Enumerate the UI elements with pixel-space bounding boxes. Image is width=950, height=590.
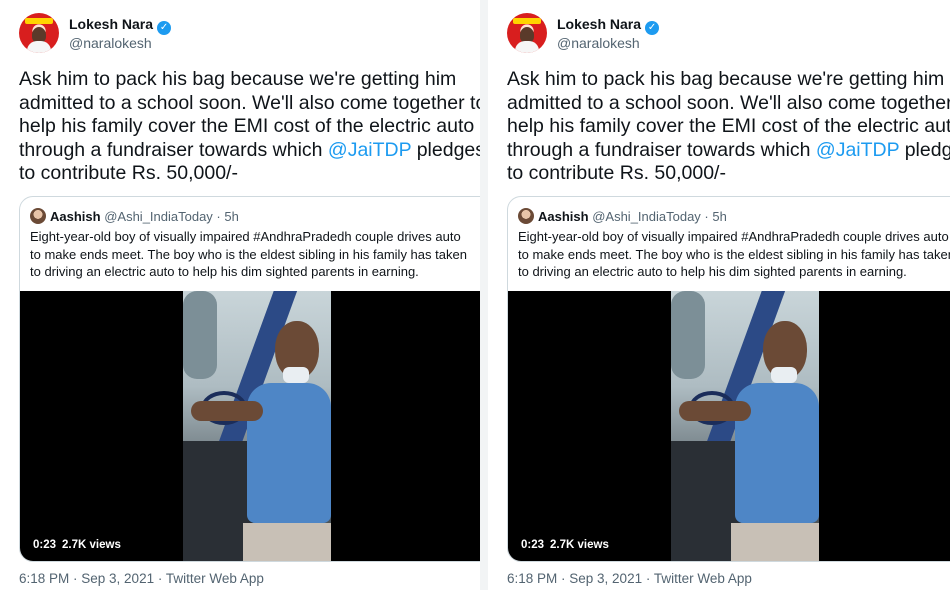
video-info: 0:23 2.7K views — [521, 539, 609, 551]
tweet-line-tail: pledges — [904, 138, 950, 161]
tweet-meta[interactable]: 6:18 PM · Sep 3, 2021 · Twitter Web App — [19, 571, 264, 586]
author-name[interactable]: Lokesh Nara — [557, 16, 641, 32]
video-frame — [671, 291, 819, 561]
author-handle[interactable]: @naralokesh — [69, 35, 152, 51]
verified-badge-icon: ✓ — [157, 21, 172, 35]
video-duration: 0:23 — [33, 539, 57, 551]
quoted-line: to driving an electric auto to help his … — [518, 264, 907, 279]
quoted-avatar[interactable] — [518, 208, 534, 224]
tweet-line-text: through a fundraiser towards which — [19, 138, 328, 161]
quoted-handle[interactable]: @Ashi_IndiaToday — [104, 209, 213, 224]
quoted-avatar[interactable] — [30, 208, 46, 224]
quoted-time[interactable]: 5h — [224, 209, 238, 224]
tweet-panel-left: Lokesh Nara ✓ @naralokesh Ask him to pack… — [0, 0, 480, 590]
quoted-separator: · — [212, 209, 225, 224]
tweet-line-text: through a fundraiser towards which — [507, 138, 816, 161]
quoted-line: to make ends meet. The boy who is the el… — [30, 246, 467, 262]
tweet-line: admitted to a school soon. We'll also co… — [507, 91, 950, 114]
quoted-line: Eight-year-old boy of visually impaired … — [518, 229, 949, 244]
video-player[interactable]: 0:23 2.7K views — [20, 291, 480, 561]
verified-badge-icon: ✓ — [645, 21, 660, 35]
tweet-line: Ask him to pack his bag because we're ge… — [507, 68, 945, 90]
quoted-name[interactable]: Aashish — [50, 209, 101, 224]
tweet-text: Ask him to pack his bag because we're ge… — [19, 68, 480, 186]
author-avatar[interactable] — [507, 13, 547, 53]
tweet-meta[interactable]: 6:18 PM · Sep 3, 2021 · Twitter Web App — [507, 571, 752, 586]
video-player[interactable]: 0:23 2.7K views — [508, 291, 950, 561]
quoted-tweet[interactable]: Aashish @Ashi_IndiaToday · 5h Eight-year… — [507, 196, 950, 562]
tweet-line: through a fundraiser towards which @JaiT… — [19, 139, 480, 163]
quoted-header: Aashish @Ashi_IndiaToday · 5h — [518, 208, 727, 224]
tweet-panel-right: Lokesh Nara ✓ @naralokesh Ask him to pack… — [488, 0, 950, 590]
author-name-row[interactable]: Lokesh Nara ✓ — [557, 16, 660, 35]
tweet-line: help his family cover the EMI cost of th… — [19, 115, 475, 137]
quoted-name[interactable]: Aashish — [538, 209, 589, 224]
tweet-line: to contribute Rs. 50,000/- — [507, 162, 726, 184]
author-handle[interactable]: @naralokesh — [557, 35, 640, 51]
panel-divider — [480, 0, 488, 590]
tweet-line: through a fundraiser towards which @JaiT… — [507, 139, 950, 163]
mention-link[interactable]: @JaiTDP — [816, 139, 899, 161]
quoted-line: to driving an electric auto to help his … — [30, 264, 419, 279]
tweet-text: Ask him to pack his bag because we're ge… — [507, 68, 950, 186]
tweet-line-tail: pledges — [411, 138, 480, 161]
video-duration: 0:23 — [521, 539, 545, 551]
author-name[interactable]: Lokesh Nara — [69, 16, 153, 32]
quoted-text: Eight-year-old boy of visually impaired … — [518, 228, 950, 281]
quoted-text: Eight-year-old boy of visually impaired … — [30, 228, 480, 281]
quoted-handle[interactable]: @Ashi_IndiaToday — [592, 209, 701, 224]
quoted-header: Aashish @Ashi_IndiaToday · 5h — [30, 208, 239, 224]
tweet-line: to contribute Rs. 50,000/- — [19, 162, 238, 184]
video-frame — [183, 291, 331, 561]
video-views: 2.7K views — [62, 539, 121, 551]
tweet-line: help his family cover the EMI cost of th… — [507, 115, 950, 137]
quoted-line: Eight-year-old boy of visually impaired … — [30, 229, 461, 244]
quoted-time[interactable]: 5h — [712, 209, 726, 224]
video-info: 0:23 2.7K views — [33, 539, 121, 551]
video-views: 2.7K views — [550, 539, 609, 551]
quoted-separator: · — [700, 209, 713, 224]
author-name-row[interactable]: Lokesh Nara ✓ — [69, 16, 172, 35]
author-avatar[interactable] — [19, 13, 59, 53]
quoted-tweet[interactable]: Aashish @Ashi_IndiaToday · 5h Eight-year… — [19, 196, 480, 562]
tweet-line: Ask him to pack his bag because we're ge… — [19, 68, 457, 90]
quoted-line: to make ends meet. The boy who is the el… — [518, 246, 950, 262]
tweet-line: admitted to a school soon. We'll also co… — [19, 91, 480, 114]
mention-link[interactable]: @JaiTDP — [328, 139, 411, 161]
